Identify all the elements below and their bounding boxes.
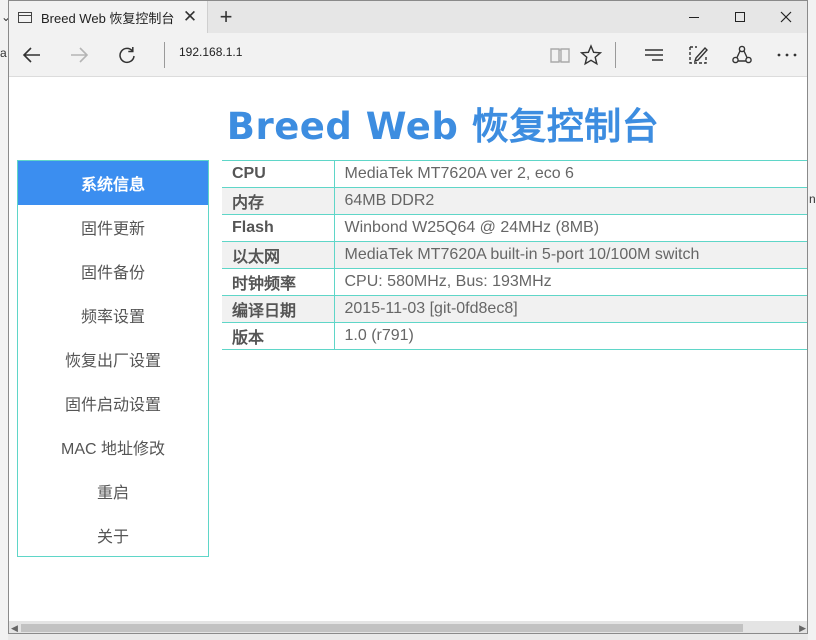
book-icon bbox=[550, 48, 570, 63]
sidebar-item[interactable]: 关于 bbox=[18, 513, 208, 557]
table-row: CPU MediaTek MT7620A ver 2, eco 6 bbox=[222, 160, 807, 188]
new-tab-button[interactable]: + bbox=[214, 5, 238, 29]
browser-window: Breed Web 恢复控制台 ✕ + 192.168.1.1 Breed We… bbox=[8, 0, 808, 634]
info-key: 版本 bbox=[222, 322, 335, 350]
info-key: 以太网 bbox=[222, 241, 335, 269]
info-key: 内存 bbox=[222, 187, 335, 215]
info-key: CPU bbox=[222, 160, 335, 188]
info-value: 64MB DDR2 bbox=[334, 187, 807, 215]
refresh-button[interactable] bbox=[115, 43, 139, 67]
refresh-icon bbox=[119, 47, 135, 64]
table-row: 内存 64MB DDR2 bbox=[222, 187, 807, 215]
info-key: 时钟频率 bbox=[222, 268, 335, 296]
browser-tab[interactable]: Breed Web 恢复控制台 ✕ bbox=[9, 1, 208, 33]
info-value: 2015-11-03 [git-0fd8ec8] bbox=[334, 295, 807, 323]
nav-separator bbox=[164, 42, 165, 68]
page-content: Breed Web 恢复控制台 系统信息 固件更新 固件备份 频率设置 恢复出厂设置 固件… bbox=[9, 78, 807, 621]
reading-view-button[interactable] bbox=[548, 43, 572, 67]
scroll-left-icon[interactable]: ◀ bbox=[11, 623, 18, 633]
sidebar-item[interactable]: 重启 bbox=[18, 469, 208, 513]
sidebar-item[interactable]: MAC 地址修改 bbox=[18, 425, 208, 469]
table-row: 时钟频率 CPU: 580MHz, Bus: 193MHz bbox=[222, 268, 807, 296]
more-button[interactable] bbox=[775, 43, 799, 67]
info-value: MediaTek MT7620A built-in 5-port 10/100M… bbox=[334, 241, 807, 269]
close-icon bbox=[780, 11, 792, 23]
favorite-button[interactable] bbox=[579, 43, 603, 67]
background-window-left: ⌄ a bbox=[0, 0, 11, 640]
close-window-button[interactable] bbox=[763, 1, 807, 33]
title-bar: Breed Web 恢复控制台 ✕ + bbox=[9, 1, 807, 33]
table-row: 版本 1.0 (r791) bbox=[222, 322, 807, 350]
horizontal-scrollbar[interactable]: ◀ ▶ bbox=[9, 621, 807, 633]
tab-title: Breed Web 恢复控制台 bbox=[41, 10, 175, 26]
more-dots-icon bbox=[777, 53, 797, 57]
sidebar-item[interactable]: 固件备份 bbox=[18, 249, 208, 293]
maximize-button[interactable] bbox=[717, 1, 763, 33]
background-window-right: n bbox=[808, 0, 816, 640]
scrollbar-thumb[interactable] bbox=[21, 624, 743, 632]
info-value: CPU: 580MHz, Bus: 193MHz bbox=[334, 268, 807, 296]
info-key: 编译日期 bbox=[222, 295, 335, 323]
info-value: 1.0 (r791) bbox=[334, 322, 807, 350]
sidebar-menu: 系统信息 固件更新 固件备份 频率设置 恢复出厂设置 固件启动设置 MAC 地址修改 重启 关于 bbox=[17, 160, 209, 557]
sidebar-item[interactable]: 固件启动设置 bbox=[18, 381, 208, 425]
forward-button[interactable] bbox=[67, 43, 91, 67]
table-row: Flash Winbond W25Q64 @ 24MHz (8MB) bbox=[222, 214, 807, 242]
background-glyph: n bbox=[809, 192, 816, 206]
table-row: 以太网 MediaTek MT7620A built-in 5-port 10/1… bbox=[222, 241, 807, 269]
minimize-icon bbox=[689, 16, 699, 18]
table-row: 编译日期 2015-11-03 [git-0fd8ec8] bbox=[222, 295, 807, 323]
sidebar-item[interactable]: 固件更新 bbox=[18, 205, 208, 249]
hub-button[interactable] bbox=[642, 43, 666, 67]
web-note-icon bbox=[689, 46, 708, 64]
hub-icon bbox=[645, 49, 663, 61]
minimize-button[interactable] bbox=[671, 1, 717, 33]
page-icon bbox=[18, 11, 32, 23]
nav-separator bbox=[615, 42, 616, 68]
page-title: Breed Web 恢复控制台 bbox=[226, 105, 660, 148]
info-value: MediaTek MT7620A ver 2, eco 6 bbox=[334, 160, 807, 188]
navigation-bar: 192.168.1.1 bbox=[9, 33, 807, 77]
close-tab-icon[interactable]: ✕ bbox=[181, 8, 199, 26]
info-key: Flash bbox=[222, 214, 335, 242]
star-icon bbox=[580, 44, 602, 66]
sidebar-item[interactable]: 频率设置 bbox=[18, 293, 208, 337]
share-button[interactable] bbox=[730, 43, 754, 67]
web-note-button[interactable] bbox=[686, 43, 710, 67]
address-bar[interactable]: 192.168.1.1 bbox=[179, 45, 242, 59]
maximize-icon bbox=[735, 12, 745, 22]
scroll-right-icon[interactable]: ▶ bbox=[799, 623, 806, 633]
info-value: Winbond W25Q64 @ 24MHz (8MB) bbox=[334, 214, 807, 242]
system-info-table: CPU MediaTek MT7620A ver 2, eco 6 内存 64MB D… bbox=[222, 160, 807, 350]
share-icon bbox=[732, 45, 752, 64]
back-button[interactable] bbox=[20, 43, 44, 67]
sidebar-item[interactable]: 系统信息 bbox=[18, 161, 208, 205]
back-arrow-icon bbox=[22, 47, 40, 63]
background-glyph: a bbox=[0, 46, 7, 60]
sidebar-item[interactable]: 恢复出厂设置 bbox=[18, 337, 208, 381]
forward-arrow-icon bbox=[71, 47, 89, 63]
